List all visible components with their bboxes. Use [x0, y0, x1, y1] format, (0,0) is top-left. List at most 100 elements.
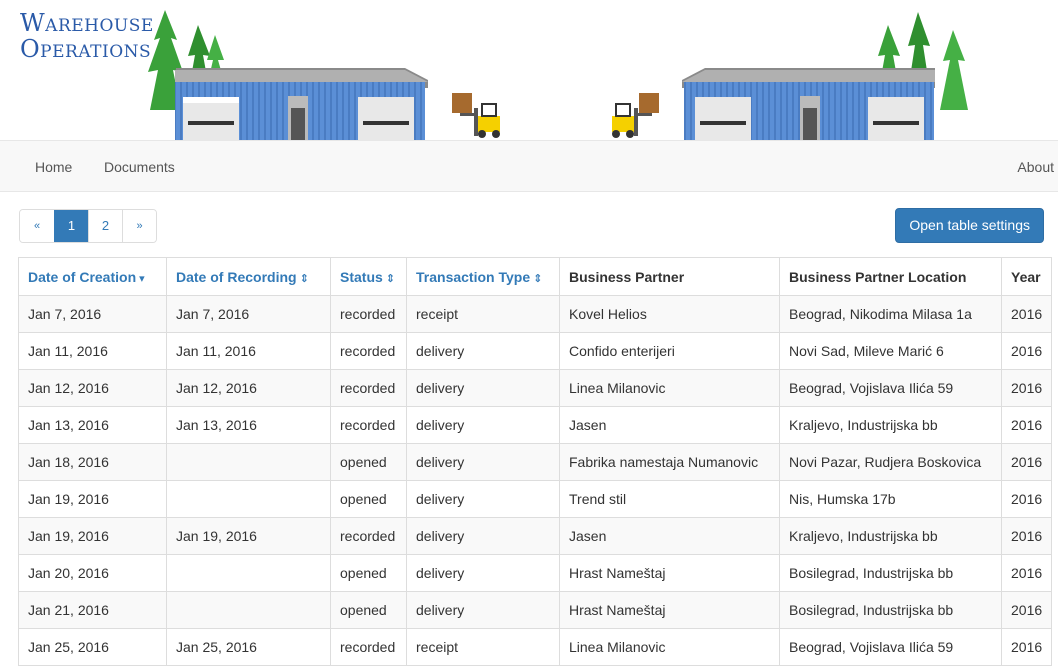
cell-business-partner: Jasen — [559, 517, 780, 555]
sort-icon: ⇕ — [299, 272, 309, 285]
cell-date-of-recording: Jan 12, 2016 — [166, 369, 331, 407]
page-prev-button[interactable]: « — [20, 210, 54, 242]
warehouse-icon — [682, 68, 935, 140]
documents-table: Date of Creation ▾ Date of Recording ⇕ Sta… — [18, 257, 1053, 666]
cell-date-of-recording — [166, 554, 331, 592]
cell-status: opened — [330, 554, 407, 592]
table-body: Jan 7, 2016 Jan 7, 2016 recorded receipt Kov… — [18, 295, 1053, 666]
table-row[interactable]: Jan 20, 2016 opened delivery Hrast Nameštaj… — [18, 554, 1053, 592]
cell-business-partner: Jasen — [559, 406, 780, 444]
table-row[interactable]: Jan 7, 2016 Jan 7, 2016 recorded receipt Kov… — [18, 295, 1053, 333]
cell-status: opened — [330, 591, 407, 629]
app-title: Warehouse Operations — [20, 10, 154, 62]
cell-transaction-type: receipt — [406, 295, 560, 333]
cell-transaction-type: delivery — [406, 554, 560, 592]
open-table-settings-button[interactable]: Open table settings — [895, 208, 1044, 243]
cell-date-of-creation: Jan 21, 2016 — [18, 591, 167, 629]
cell-date-of-recording: Jan 7, 2016 — [166, 295, 331, 333]
table-row[interactable]: Jan 13, 2016 Jan 13, 2016 recorded delivery… — [18, 406, 1053, 444]
nav-home[interactable]: Home — [35, 141, 72, 193]
column-header-date-of-recording[interactable]: Date of Recording ⇕ — [166, 257, 331, 296]
table-row[interactable]: Jan 12, 2016 Jan 12, 2016 recorded delivery… — [18, 369, 1053, 407]
cell-date-of-creation: Jan 13, 2016 — [18, 406, 167, 444]
cell-date-of-recording: Jan 19, 2016 — [166, 517, 331, 555]
table-row[interactable]: Jan 19, 2016 opened delivery Trend stil Nis,… — [18, 480, 1053, 518]
warehouse-illustration — [148, 10, 968, 140]
cell-date-of-recording — [166, 591, 331, 629]
table-row[interactable]: Jan 21, 2016 opened delivery Hrast Nameštaj… — [18, 591, 1053, 629]
nav-documents[interactable]: Documents — [104, 141, 175, 193]
page-button-2[interactable]: 2 — [88, 210, 122, 242]
cell-business-partner-location: Kraljevo, Industrijska bb — [779, 406, 1002, 444]
cell-transaction-type: delivery — [406, 369, 560, 407]
cell-transaction-type: delivery — [406, 591, 560, 629]
cell-year: 2016 — [1000, 332, 1053, 370]
column-label: Status — [340, 268, 383, 285]
cell-transaction-type: delivery — [406, 332, 560, 370]
table-header-row: Date of Creation ▾ Date of Recording ⇕ Sta… — [18, 257, 1053, 296]
sort-icon: ⇕ — [385, 272, 396, 285]
cell-business-partner: Kovel Helios — [559, 295, 780, 333]
cell-year: 2016 — [1000, 406, 1053, 444]
page-next-button[interactable]: » — [122, 210, 156, 242]
cell-date-of-recording: Jan 11, 2016 — [166, 332, 331, 370]
cell-business-partner-location: Beograd, Vojislava Ilića 59 — [779, 369, 1002, 407]
cell-business-partner: Fabrika namestaja Numanovic — [559, 443, 780, 481]
cell-status: opened — [330, 480, 407, 518]
cell-year: 2016 — [1000, 295, 1053, 333]
cell-business-partner-location: Nis, Humska 17b — [779, 480, 1002, 518]
column-header-transaction-type[interactable]: Transaction Type ⇕ — [406, 257, 560, 296]
nav-about[interactable]: About — [1017, 141, 1054, 193]
cell-date-of-creation: Jan 11, 2016 — [18, 332, 167, 370]
column-header-business-partner-location: Business Partner Location — [779, 257, 1002, 296]
column-label: Date of Recording — [176, 268, 297, 285]
cell-status: recorded — [330, 295, 407, 333]
forklift-icon — [452, 93, 500, 138]
navbar: Home Documents About — [0, 140, 1058, 192]
cell-business-partner-location: Novi Sad, Mileve Marić 6 — [779, 332, 1002, 370]
warehouse-icon — [175, 68, 428, 140]
cell-business-partner: Linea Milanovic — [559, 369, 780, 407]
cell-year: 2016 — [1000, 591, 1053, 629]
cell-business-partner: Trend stil — [559, 480, 780, 518]
pagination: « 1 2 » — [19, 209, 157, 243]
cell-date-of-recording — [166, 480, 331, 518]
column-header-year: Year — [1000, 257, 1053, 296]
app-title-line2: Operations — [20, 35, 152, 63]
cell-status: recorded — [330, 406, 407, 444]
cell-status: opened — [330, 443, 407, 481]
cell-transaction-type: delivery — [406, 480, 560, 518]
table-row[interactable]: Jan 18, 2016 opened delivery Fabrika namest… — [18, 443, 1053, 481]
cell-business-partner: Hrast Nameštaj — [559, 591, 780, 629]
forklift-icon — [612, 93, 659, 138]
cell-status: recorded — [330, 517, 407, 555]
cell-status: recorded — [330, 369, 407, 407]
cell-transaction-type: delivery — [406, 406, 560, 444]
cell-business-partner-location: Novi Pazar, Rudjera Boskovica — [779, 443, 1002, 481]
cell-date-of-creation: Jan 20, 2016 — [18, 554, 167, 592]
column-header-business-partner: Business Partner — [559, 257, 780, 296]
cell-date-of-recording: Jan 13, 2016 — [166, 406, 331, 444]
table-row[interactable]: Jan 11, 2016 Jan 11, 2016 recorded delivery… — [18, 332, 1053, 370]
cell-date-of-creation: Jan 18, 2016 — [18, 443, 167, 481]
cell-year: 2016 — [1000, 443, 1053, 481]
cell-business-partner-location: Kraljevo, Industrijska bb — [779, 517, 1002, 555]
column-header-date-of-creation[interactable]: Date of Creation ▾ — [18, 257, 167, 296]
cell-year: 2016 — [1000, 369, 1053, 407]
sort-icon: ⇕ — [533, 272, 543, 285]
cell-business-partner-location: Bosilegrad, Industrijska bb — [779, 591, 1002, 629]
cell-date-of-creation: Jan 19, 2016 — [18, 480, 167, 518]
caret-down-icon: ▾ — [139, 272, 145, 285]
cell-year: 2016 — [1000, 554, 1053, 592]
table-row[interactable]: Jan 19, 2016 Jan 19, 2016 recorded delivery… — [18, 517, 1053, 555]
column-label: Date of Creation — [28, 268, 137, 285]
cell-business-partner-location: Beograd, Nikodima Milasa 1a — [779, 295, 1002, 333]
cell-business-partner-location: Bosilegrad, Industrijska bb — [779, 554, 1002, 592]
page-button-1[interactable]: 1 — [54, 210, 88, 242]
app-title-line1: Warehouse — [20, 9, 154, 37]
column-header-status[interactable]: Status ⇕ — [330, 257, 407, 296]
cell-business-partner: Hrast Nameštaj — [559, 554, 780, 592]
cell-date-of-recording — [166, 443, 331, 481]
cell-date-of-creation: Jan 19, 2016 — [18, 517, 167, 555]
cell-business-partner: Confido enterijeri — [559, 332, 780, 370]
